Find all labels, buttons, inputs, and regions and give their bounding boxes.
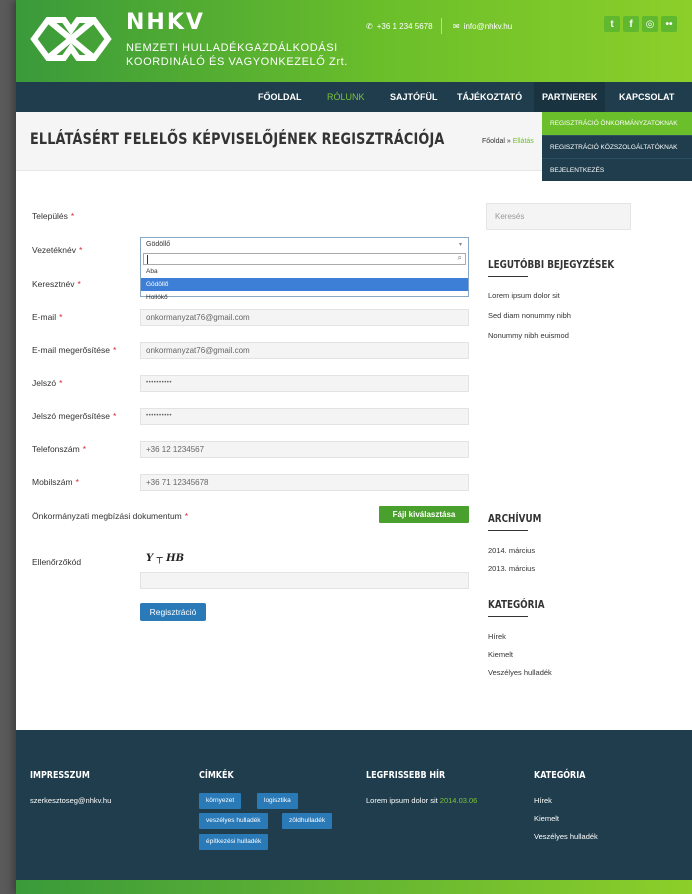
label-password: Jelszó * xyxy=(32,378,63,388)
recent-post-link[interactable]: Sed diam nonummy nibh xyxy=(488,311,571,320)
phone-input[interactable]: +36 12 1234567 xyxy=(140,441,469,458)
brand-subtitle-line1: NEMZETI HULLADÉKGAZDÁLKODÁSI xyxy=(126,42,338,54)
label-email: E-mail * xyxy=(32,312,63,322)
footer-category-link[interactable]: Kiemelt xyxy=(534,814,559,823)
footer-latest-heading: LEGFRISSEBB HÍR xyxy=(366,770,446,781)
label-vezeteknev: Vezetéknév * xyxy=(32,245,83,255)
breadcrumb-current: Ellátás xyxy=(512,138,534,145)
header: NHKV NEMZETI HULLADÉKGAZDÁLKODÁSI KOORDI… xyxy=(16,0,692,82)
logo-icon[interactable] xyxy=(30,14,112,64)
footer: IMPRESSZUM szerkesztoseg@nhkv.hu CÍMKÉK … xyxy=(16,730,692,880)
label-captcha: Ellenőrzőkód xyxy=(32,557,82,567)
phone-number: +36 1 234 5678 xyxy=(376,22,433,31)
label-email-confirm: E-mail megerősítése * xyxy=(32,345,117,355)
category-link[interactable]: Hírek xyxy=(488,632,506,641)
telepules-select[interactable]: Gödöllő ▾ ⌕ Aba Gödöllő Hollókő xyxy=(140,237,469,301)
facebook-icon[interactable]: f xyxy=(623,16,639,32)
brand-subtitle: NEMZETI HULLADÉKGAZDÁLKODÁSI KOORDINÁLÓ … xyxy=(126,41,348,69)
brand-name[interactable]: NHKV xyxy=(126,10,205,35)
label-keresztnev: Keresztnév * xyxy=(32,279,81,289)
recent-post-link[interactable]: Lorem ipsum dolor sit xyxy=(488,291,560,300)
file-select-button[interactable]: Fájl kiválasztása xyxy=(379,506,469,523)
footer-category-heading: KATEGÓRIA xyxy=(534,770,586,781)
twitter-icon[interactable]: t xyxy=(604,16,620,32)
page-title: ELLÁTÁSÉRT FELELŐS KÉPVISELŐJÉNEK REGISZ… xyxy=(30,129,445,148)
email-confirm-input[interactable]: onkormanyzat76@gmail.com xyxy=(140,342,469,359)
breadcrumb: Főoldal » Ellátás xyxy=(482,138,534,145)
breadcrumb-home[interactable]: Főoldal xyxy=(482,138,505,145)
tag-button[interactable]: környezet xyxy=(199,793,242,809)
breadcrumb-separator: » xyxy=(504,138,513,145)
text-caret xyxy=(147,255,148,264)
heading-divider xyxy=(488,530,528,531)
select-current-value[interactable]: Gödöllő ▾ xyxy=(141,238,468,253)
heading-divider xyxy=(488,276,528,277)
tag-button[interactable]: zöldhulladék xyxy=(282,813,333,829)
select-search-input[interactable]: ⌕ xyxy=(143,253,466,265)
dribbble-icon[interactable]: ◎ xyxy=(642,16,658,32)
brand-subtitle-line2: KOORDINÁLÓ ÉS VAGYONKEZELŐ Zrt. xyxy=(126,56,348,68)
captcha-image: Y ┬ HB xyxy=(146,553,185,564)
nav-item-rolunk[interactable]: RÓLUNK xyxy=(327,82,365,112)
footer-latest-news[interactable]: Lorem ipsum dolor sit 2014.03.06 xyxy=(366,796,477,805)
nav-item-sajtoful[interactable]: SAJTÓFÜL xyxy=(390,82,438,112)
captcha-input[interactable] xyxy=(140,572,469,589)
password-input[interactable]: •••••••••• xyxy=(140,375,469,392)
menu-item-register-provider[interactable]: REGISZTRÁCIÓ KÖZSZOLGÁLTATÓKNAK xyxy=(542,135,692,158)
menu-item-register-municipality[interactable]: REGISZTRÁCIÓ ÖNKORMÁNYZATOKNAK xyxy=(542,112,692,135)
email-input[interactable]: onkormanyzat76@gmail.com xyxy=(140,309,469,326)
nav-item-fooldal[interactable]: FŐOLDAL xyxy=(258,82,302,112)
archive-link[interactable]: 2013. március xyxy=(488,564,535,573)
footer-tags-heading: CÍMKÉK xyxy=(199,770,234,781)
search-icon: ⌕ xyxy=(457,253,462,262)
select-option-aba[interactable]: Aba xyxy=(141,265,468,278)
email-address: info@nhkv.hu xyxy=(463,22,513,31)
label-document: Önkormányzati megbízási dokumentum * xyxy=(32,511,189,521)
envelope-icon: ✉ xyxy=(453,22,460,31)
footer-email-link[interactable]: szerkesztoseg@nhkv.hu xyxy=(30,796,111,805)
chevron-down-icon: ▾ xyxy=(458,242,462,248)
email-contact[interactable]: ✉ info@nhkv.hu xyxy=(453,22,512,31)
archive-link[interactable]: 2014. március xyxy=(488,546,535,555)
menu-item-login[interactable]: BEJELENTKEZÉS xyxy=(542,158,692,181)
category-heading: KATEGÓRIA xyxy=(488,598,545,611)
nav-item-tajekoztato[interactable]: TÁJÉKOZTATÓ xyxy=(457,82,522,112)
footer-bottom-bar xyxy=(16,880,692,894)
label-mobile: Mobilszám * xyxy=(32,477,79,487)
nav-item-partnerek[interactable]: PARTNEREK xyxy=(534,82,606,112)
partners-dropdown-menu: REGISZTRÁCIÓ ÖNKORMÁNYZATOKNAK REGISZTRÁ… xyxy=(542,112,692,181)
footer-category-link[interactable]: Veszélyes hulladék xyxy=(534,832,598,841)
label-phone: Telefonszám * xyxy=(32,444,87,454)
category-link[interactable]: Kiemelt xyxy=(488,650,513,659)
footer-impresszum-heading: IMPRESSZUM xyxy=(30,770,90,781)
nav-item-kapcsolat[interactable]: KAPCSOLAT xyxy=(619,82,674,112)
label-telepules: Település * xyxy=(32,211,75,221)
footer-latest-date: 2014.03.06 xyxy=(439,796,478,805)
footer-category-link[interactable]: Hírek xyxy=(534,796,552,805)
contact-divider xyxy=(441,18,442,34)
mobile-input[interactable]: +36 71 12345678 xyxy=(140,474,469,491)
register-button[interactable]: Regisztráció xyxy=(140,603,206,621)
flickr-icon[interactable]: •• xyxy=(661,16,677,32)
tag-button[interactable]: építkezési hulladék xyxy=(199,834,269,850)
phone-contact[interactable]: ✆ +36 1 234 5678 xyxy=(366,22,433,31)
label-password-confirm: Jelszó megerősítése * xyxy=(32,411,117,421)
page: NHKV NEMZETI HULLADÉKGAZDÁLKODÁSI KOORDI… xyxy=(16,0,692,894)
select-option-holloko[interactable]: Hollókő xyxy=(141,291,468,304)
category-link[interactable]: Veszélyes hulladék xyxy=(488,668,552,677)
recent-posts-heading: LEGUTÓBBI BEJEGYZÉSEK xyxy=(488,258,615,271)
recent-post-link[interactable]: Nonummy nibh euismod xyxy=(488,331,569,340)
tag-button[interactable]: logisztika xyxy=(257,793,298,809)
sidebar-search-input[interactable]: Keresés xyxy=(486,203,631,230)
password-confirm-input[interactable]: •••••••••• xyxy=(140,408,469,425)
tag-button[interactable]: veszélyes hulladék xyxy=(199,813,268,829)
main-nav: FŐOLDAL RÓLUNK SAJTÓFÜL TÁJÉKOZTATÓ PART… xyxy=(16,82,692,112)
archive-heading: ARCHÍVUM xyxy=(488,512,542,525)
phone-icon: ✆ xyxy=(366,22,373,31)
heading-divider xyxy=(488,616,528,617)
select-option-godollo[interactable]: Gödöllő xyxy=(141,278,468,291)
